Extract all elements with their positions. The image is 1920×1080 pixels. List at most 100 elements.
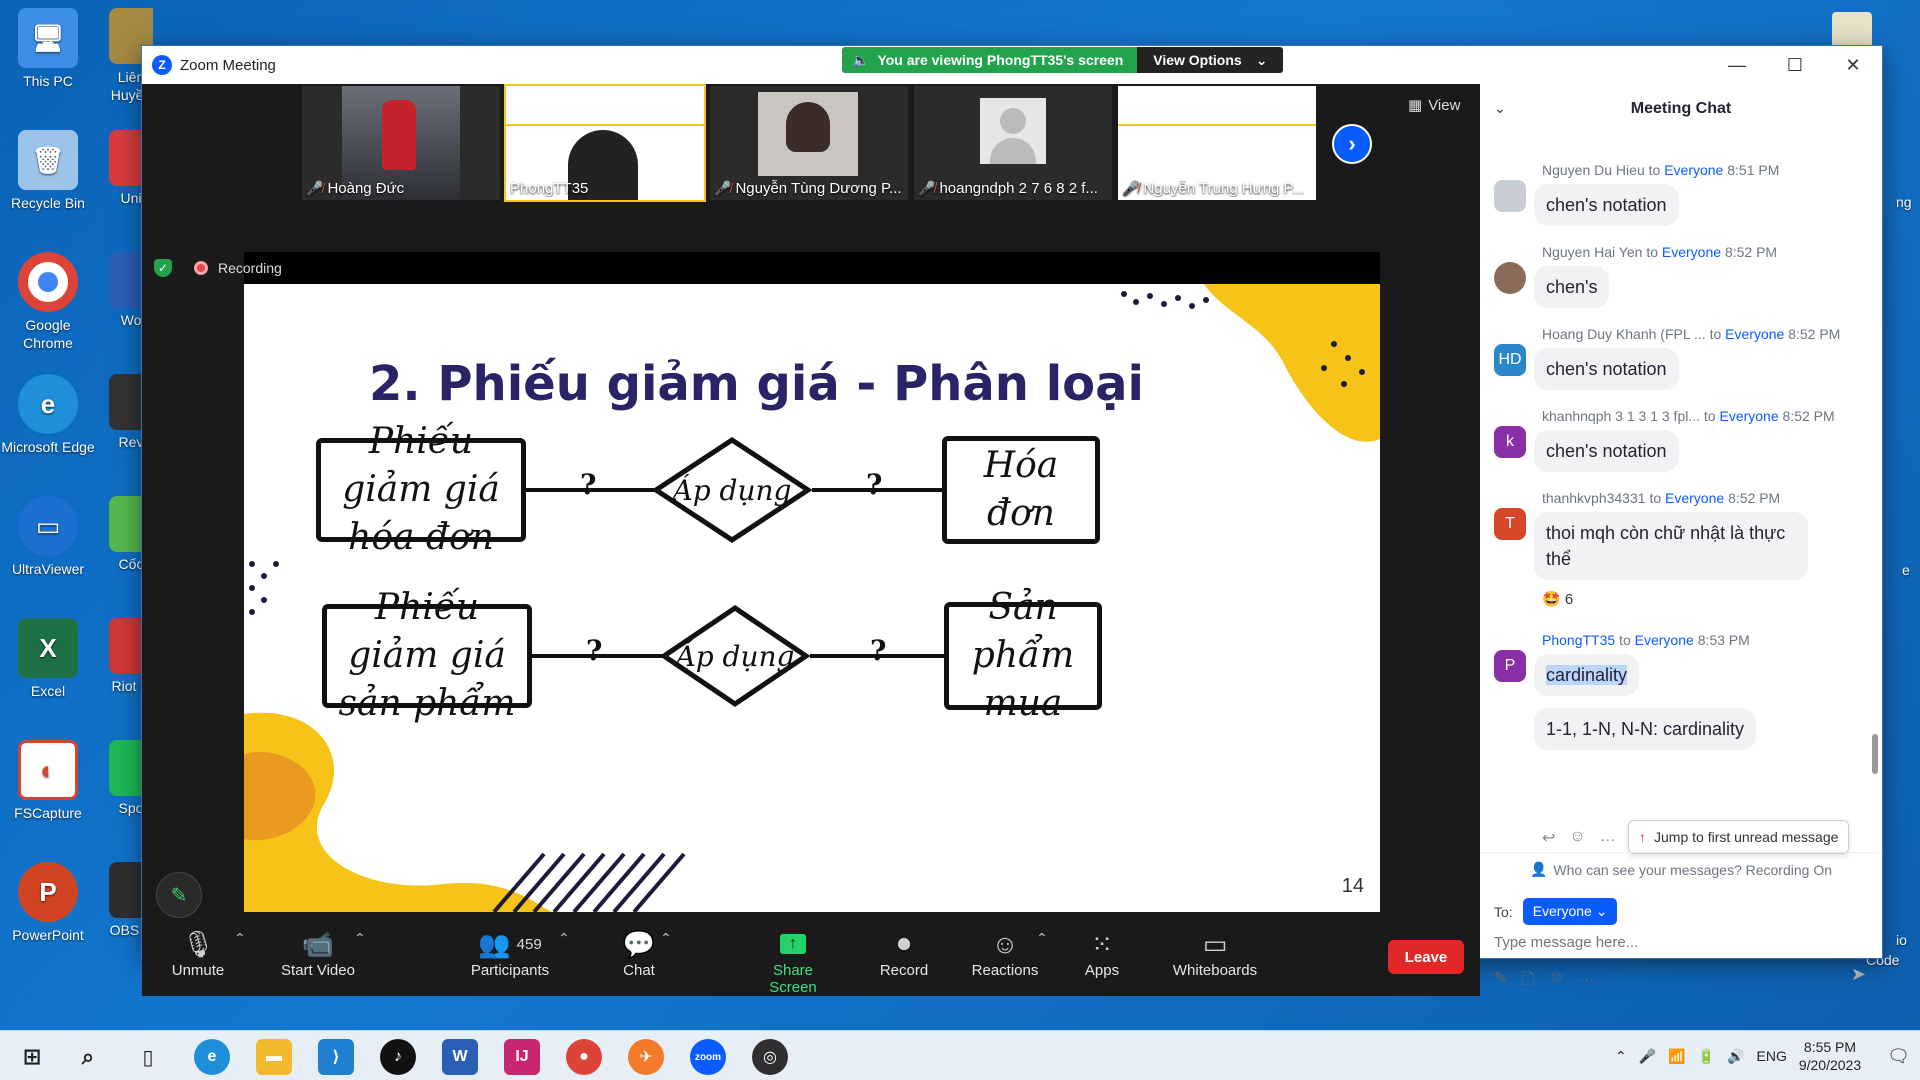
desktop-icon-recycle-bin[interactable]: 🗑 Recycle Bin [0,130,96,212]
format-icon[interactable]: ✎ [1494,968,1507,995]
reply-icon[interactable]: ↩ [1542,828,1555,848]
reactions-button[interactable]: ☺ Reactions [970,926,1040,980]
avatar: P [1494,650,1526,682]
view-button[interactable]: ▦ View [1408,96,1460,115]
search-icon[interactable]: ⌕ [70,1039,106,1075]
people-icon: 👤 [1529,861,1548,877]
scrollbar-thumb[interactable] [1872,734,1878,774]
message-meta: Nguyen Hai Yen to Everyone 8:52 PM [1542,244,1778,260]
desktop-label-fragment: io [1896,932,1907,948]
vscode-icon[interactable]: ⟩ [318,1039,354,1075]
chevron-down-icon[interactable]: ⌄ [1494,100,1506,117]
jump-to-unread-button[interactable]: ↑ Jump to first unread message [1628,820,1850,854]
word-taskbar-icon[interactable]: W [442,1039,478,1075]
desktop-icon-ultraviewer[interactable]: ▭ UltraViewer [0,496,96,578]
diamond-label: Áp dụng [672,473,792,507]
unmute-button[interactable]: 🎙 Unmute [170,926,226,980]
participant-thumbnail-active[interactable]: PhongTT35 [504,84,706,202]
apps-button[interactable]: ⁙ Apps [1082,926,1122,980]
participant-name: PhongTT35 [510,180,589,197]
notification-icon[interactable]: 🗨 [1887,1046,1910,1067]
who-can-see-link[interactable]: 👤 Who can see your messages? Recording O… [1480,852,1882,886]
message-bubble: chen's [1534,266,1610,308]
desktop-icon-fscapture[interactable]: ◐ FSCapture [0,740,96,822]
reaction-count: 6 [1564,591,1574,608]
share-screen-icon: ↑ [748,926,838,962]
desktop-icon-chrome[interactable]: Google Chrome [0,252,96,352]
desktop-icon-edge[interactable]: e Microsoft Edge [0,374,96,456]
emoji-icon[interactable]: ☺ [1548,968,1564,995]
participants-label: Participants [470,962,550,979]
view-options-button[interactable]: View Options ⌄ [1137,47,1284,73]
start-video-button[interactable]: 📹 Start Video [276,926,360,980]
chrome-taskbar-icon[interactable]: ● [566,1039,602,1075]
add-reaction-icon[interactable]: ☺ [1569,828,1585,848]
clock[interactable]: 8:55 PM 9/20/2023 [1799,1038,1861,1074]
more-icon[interactable]: … [1600,828,1616,848]
task-view-icon[interactable]: ▯ [130,1039,166,1075]
desktop-icon-label: PowerPoint [12,927,84,943]
star-struck-emoji-icon: 🤩 [1542,591,1561,608]
participant-name: 🎤̸ Hoàng Đức [306,180,405,197]
chat-scrollbar[interactable] [1872,174,1878,824]
send-button[interactable]: ➤ [1851,964,1866,985]
maximize-button[interactable]: ☐ [1766,46,1824,84]
chevron-up-icon[interactable]: ⌃ [1615,1048,1627,1065]
chrome-icon [18,252,78,312]
jump-label: Jump to first unread message [1654,829,1839,845]
participant-thumbnail[interactable]: 🎤̸ Hoàng Đức [302,86,500,200]
volume-icon[interactable]: 🔊 [1727,1048,1744,1065]
start-button[interactable]: ⊞ [14,1039,50,1075]
postman-icon[interactable]: ✈ [628,1039,664,1075]
obs-taskbar-icon[interactable]: ◎ [752,1039,788,1075]
leave-button[interactable]: Leave [1388,940,1464,974]
message-input[interactable] [1494,934,1864,951]
desktop-icon-label: Recycle Bin [11,195,85,211]
chat-header: ⌄ Meeting Chat [1480,84,1882,134]
viewing-text: You are viewing PhongTT35's screen [877,52,1124,68]
minimize-button[interactable]: — [1708,46,1766,84]
audio-options-caret[interactable]: ⌃ [234,930,246,947]
close-button[interactable]: ✕ [1824,46,1882,84]
chat-button[interactable]: 💬 Chat [616,926,662,980]
battery-icon[interactable]: 🔋 [1698,1048,1715,1065]
edge-taskbar-icon[interactable]: e [194,1039,230,1075]
emoji-reaction[interactable]: 🤩 6 [1542,590,1573,608]
recipient-select[interactable]: Everyone ⌄ [1522,898,1618,925]
more-icon[interactable]: … [1579,968,1595,995]
desktop-icon-powerpoint[interactable]: P PowerPoint [0,862,96,944]
microphone-icon[interactable]: 🎤 [1639,1048,1656,1065]
record-button[interactable]: ⏺ Record [878,926,930,979]
language-indicator[interactable]: ENG [1757,1048,1787,1064]
participant-thumbnail[interactable]: 🎤̸ hoangndph 2 7 6 8 2 f... [914,86,1112,200]
chat-message: T thanhkvph34331 to Everyone 8:52 PM tho… [1480,490,1860,620]
chat-caret[interactable]: ⌃ [660,930,672,947]
next-page-button[interactable]: › [1332,124,1372,164]
grid-icon: ▦ [1408,97,1423,114]
tiktok-icon[interactable]: ♪ [380,1039,416,1075]
chat-message: Nguyen Du Hieu to Everyone 8:51 PM chen'… [1480,162,1860,228]
share-screen-button[interactable]: ↑ Share Screen [748,926,838,996]
muted-mic-icon: 🎤̸ [1122,180,1140,196]
whiteboards-button[interactable]: ▭ Whiteboards [1168,926,1262,980]
chat-message: Nguyen Hai Yen to Everyone 8:52 PM chen'… [1480,244,1860,310]
file-explorer-icon[interactable]: ▬ [256,1039,292,1075]
reactions-caret[interactable]: ⌃ [1036,930,1048,947]
desktop-icon-label: Google Chrome [23,317,73,351]
participants-button[interactable]: 👥 459 Participants [466,926,554,980]
participants-caret[interactable]: ⌃ [558,930,570,947]
participant-thumbnail[interactable]: 🎤̸ Nguyễn Tùng Dương P... [710,86,908,200]
desktop-icon-excel[interactable]: X Excel [0,618,96,700]
network-icon[interactable]: 📶 [1668,1048,1685,1065]
thumbnail-banner [1118,86,1316,126]
zoom-taskbar-icon[interactable]: zoom [690,1039,726,1075]
file-icon[interactable]: 🗋 [1521,968,1534,995]
video-options-caret[interactable]: ⌃ [354,930,366,947]
intellij-icon[interactable]: IJ [504,1039,540,1075]
message-meta: khanhnqph 3 1 3 1 3 fpl... to Everyone 8… [1542,408,1835,424]
slide-title: 2. Phiếu giảm giá - Phân loại [369,356,1144,412]
desktop-icon-this-pc[interactable]: 🖥 This PC [0,8,96,90]
participant-thumbnail[interactable]: 🎤̸ Nguyễn Trung Hưng P... [1118,86,1316,200]
speaker-icon: 🔈 [852,51,870,68]
annotate-pen-button[interactable]: ✎ [156,872,202,918]
